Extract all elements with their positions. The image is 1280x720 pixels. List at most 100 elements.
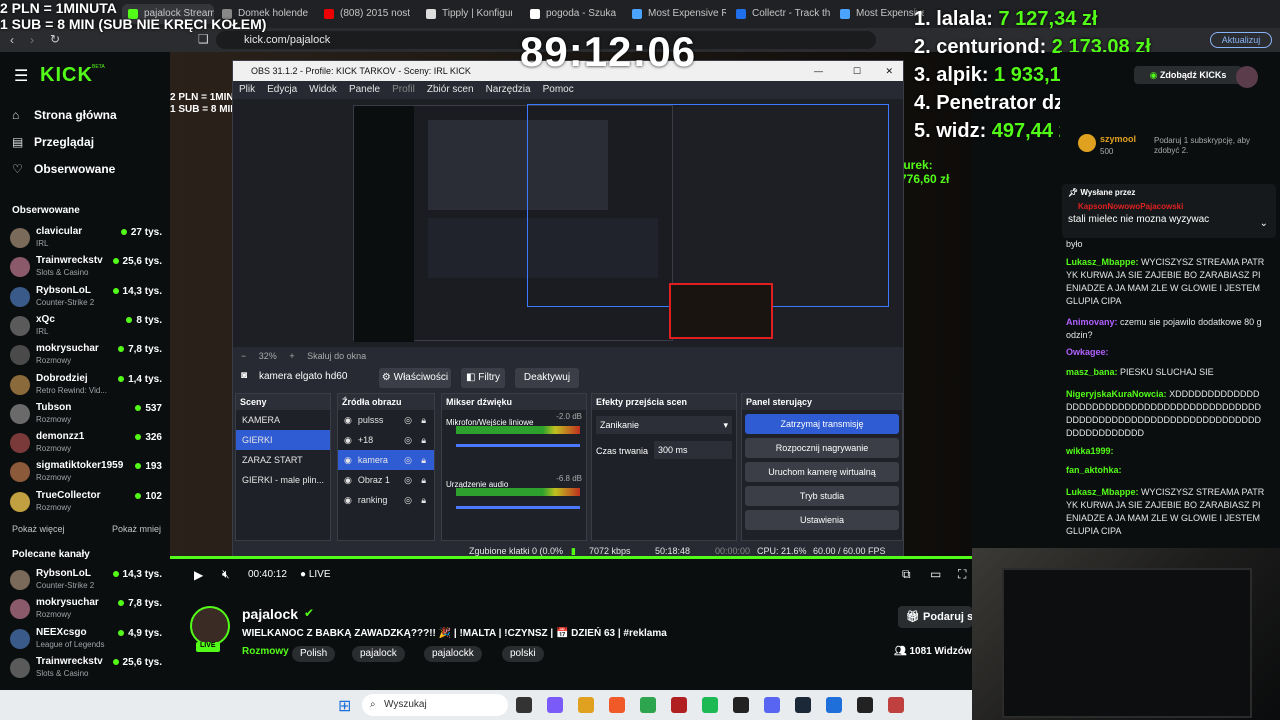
channel-item[interactable]: xQc IRL 8 tys. — [10, 312, 162, 340]
transition-select[interactable]: Zanikanie ▾ — [596, 416, 732, 434]
channel-item[interactable]: Dobrodziej Retro Rewind: Vid... 1,4 tys. — [10, 371, 162, 399]
steam-icon[interactable] — [795, 697, 811, 713]
pip-icon[interactable]: ⧉ — [902, 567, 911, 582]
tab[interactable]: Collectr - Track the — [730, 4, 830, 24]
tab[interactable]: Most Expensive P — [834, 4, 924, 24]
taskbar-search[interactable]: ⌕ Wyszukaj — [362, 694, 508, 716]
channel-name[interactable]: pajalock — [242, 606, 298, 622]
kick-logo[interactable]: KICK — [40, 64, 93, 87]
obs-menu-item[interactable]: Zbiór scen — [427, 84, 474, 95]
channel-item[interactable]: TrueCollector Rozmowy 102 — [10, 488, 162, 516]
gift-sub-button[interactable]: 🎁︎ Podaruj su — [898, 606, 972, 628]
nav-home[interactable]: ⌂ Strona główna — [12, 108, 117, 122]
show-more-link[interactable]: Pokaż więcej — [12, 524, 65, 534]
obs-control-button[interactable]: Uruchom kamerę wirtualną — [745, 462, 899, 482]
lock-icon[interactable]: 🔒︎ — [421, 430, 426, 450]
bookmark-icon[interactable]: ❑ — [198, 32, 209, 46]
stream-tag[interactable]: pajalock — [352, 646, 405, 662]
source-item[interactable]: ◉ ranking ◎ 🔒︎ — [338, 490, 434, 510]
mute-icon[interactable]: 🔇︎ — [222, 567, 230, 582]
scene-item[interactable]: GIERKI - male plin... — [236, 470, 330, 490]
stream-tag[interactable]: pajalockk — [424, 646, 482, 662]
stream-tag[interactable]: polski — [502, 646, 544, 662]
show-less-link[interactable]: Pokaż mniej — [112, 524, 161, 534]
reload-icon[interactable]: ↻ — [50, 32, 60, 46]
tab[interactable]: Most Expensive Rifle — [626, 4, 726, 24]
lock-icon[interactable]: 🔒︎ — [421, 490, 426, 510]
lock-icon[interactable]: 🔒︎ — [421, 450, 426, 470]
tab[interactable]: pogoda - Szukaj w G — [524, 4, 616, 24]
channel-item[interactable]: RybsonLoL Counter-Strike 2 14,3 tys. — [10, 566, 162, 594]
channel-item[interactable]: mokrysuchar Rozmowy 7,8 tys. — [10, 595, 162, 623]
obs-menu-item[interactable]: Profil — [392, 84, 415, 95]
fit-mode[interactable]: Skaluj do okna — [307, 351, 366, 361]
eye-icon[interactable]: ◎ — [404, 490, 412, 510]
obs-menu-item[interactable]: Plik — [239, 84, 255, 95]
copilot-icon[interactable] — [547, 697, 563, 713]
obs-control-button[interactable]: Zatrzymaj transmisję — [745, 414, 899, 434]
nav-following[interactable]: ♡ Obserwowane — [12, 162, 115, 176]
nav-browse[interactable]: ▤ Przeglądaj — [12, 135, 94, 149]
spotify-icon[interactable] — [702, 697, 718, 713]
obs-control-button[interactable]: Ustawienia — [745, 510, 899, 530]
app-icon[interactable] — [857, 697, 873, 713]
chevron-down-icon[interactable]: ⌄ — [1260, 218, 1268, 229]
brave-icon[interactable] — [609, 697, 625, 713]
obs-preview[interactable] — [233, 99, 903, 347]
channel-item[interactable]: mokrysuchar Rozmowy 7,8 tys. — [10, 341, 162, 369]
avatar[interactable] — [190, 606, 230, 646]
chrome-icon[interactable] — [640, 697, 656, 713]
source-item[interactable]: ◉ kamera ◎ 🔒︎ — [338, 450, 434, 470]
obs-icon[interactable] — [733, 697, 749, 713]
stream-tag[interactable]: Polish — [292, 646, 336, 662]
maximize-icon[interactable]: ☐ — [853, 61, 861, 81]
eye-icon[interactable]: ◎ — [404, 430, 412, 450]
windows-start-icon[interactable]: ⊞ — [338, 696, 351, 716]
forward-icon[interactable]: › — [30, 33, 34, 47]
notepad-icon[interactable] — [826, 697, 842, 713]
theater-icon[interactable]: ▭ — [930, 567, 941, 581]
file-explorer-icon[interactable] — [578, 697, 594, 713]
eye-icon[interactable]: ◎ — [404, 410, 412, 430]
scene-item[interactable]: KAMERA — [236, 410, 330, 430]
minimize-icon[interactable]: — — [814, 61, 823, 81]
chat-username[interactable]: Lukasz_Mbappe: — [1066, 487, 1139, 497]
pinned-message[interactable]: 📌︎ Wysłane przez KapsonNowowoPajacowski … — [1062, 184, 1276, 238]
eye-icon[interactable]: ◎ — [404, 450, 412, 470]
close-icon[interactable]: ✕ — [885, 61, 893, 81]
chat-username[interactable]: masz_bana: — [1066, 367, 1118, 377]
zoom-in-icon[interactable]: + — [289, 351, 294, 361]
channel-item[interactable]: Tubson Rozmowy 537 — [10, 400, 162, 428]
menu-icon[interactable]: ☰ — [14, 66, 28, 86]
channel-item[interactable]: sigmatiktoker1959 Rozmowy 193 — [10, 458, 162, 486]
lock-icon[interactable]: 🔒︎ — [421, 470, 426, 490]
scene-item[interactable]: ZARAZ START — [236, 450, 330, 470]
app-icon[interactable] — [888, 697, 904, 713]
tab[interactable]: (808) 2015 nostalgia — [318, 4, 410, 24]
channel-item[interactable]: demonzz1 Rozmowy 326 — [10, 429, 162, 457]
channel-item[interactable]: NEEXcsgo League of Legends 4,9 tys. — [10, 625, 162, 653]
discord-icon[interactable] — [764, 697, 780, 713]
back-icon[interactable]: ‹ — [10, 33, 14, 47]
category-link[interactable]: Rozmowy — [242, 646, 289, 657]
duration-input[interactable]: 300 ms — [654, 441, 732, 459]
chat-username[interactable]: Animovany: — [1066, 317, 1118, 327]
obs-menu-item[interactable]: Edycja — [267, 84, 297, 95]
source-item[interactable]: ◉ pulsss ◎ 🔒︎ — [338, 410, 434, 430]
tab[interactable]: Tipply | Konfigurator — [420, 4, 512, 24]
obs-menu-item[interactable]: Panele — [349, 84, 380, 95]
obs-menu-item[interactable]: Pomoc — [543, 84, 574, 95]
volume-slider[interactable] — [456, 506, 580, 509]
get-kicks-button[interactable]: ◉ Zdobądź KICKs — [1134, 66, 1242, 84]
obs-menu-item[interactable]: Widok — [309, 84, 337, 95]
update-button[interactable]: Aktualizuj — [1210, 32, 1272, 48]
channel-item[interactable]: clavicular IRL 27 tys. — [10, 224, 162, 252]
chat-username[interactable]: Owkagee: — [1066, 347, 1109, 357]
channel-item[interactable]: RybsonLoL Counter-Strike 2 14,3 tys. — [10, 283, 162, 311]
eye-icon[interactable]: ◎ — [404, 470, 412, 490]
obs-control-button[interactable]: Rozpocznij nagrywanie — [745, 438, 899, 458]
obs-menu-item[interactable]: Narzędzia — [486, 84, 531, 95]
fullscreen-icon[interactable]: ⛶ — [958, 567, 966, 582]
source-item[interactable]: ◉ Obraz 1 ◎ 🔒︎ — [338, 470, 434, 490]
source-item[interactable]: ◉ +18 ◎ 🔒︎ — [338, 430, 434, 450]
